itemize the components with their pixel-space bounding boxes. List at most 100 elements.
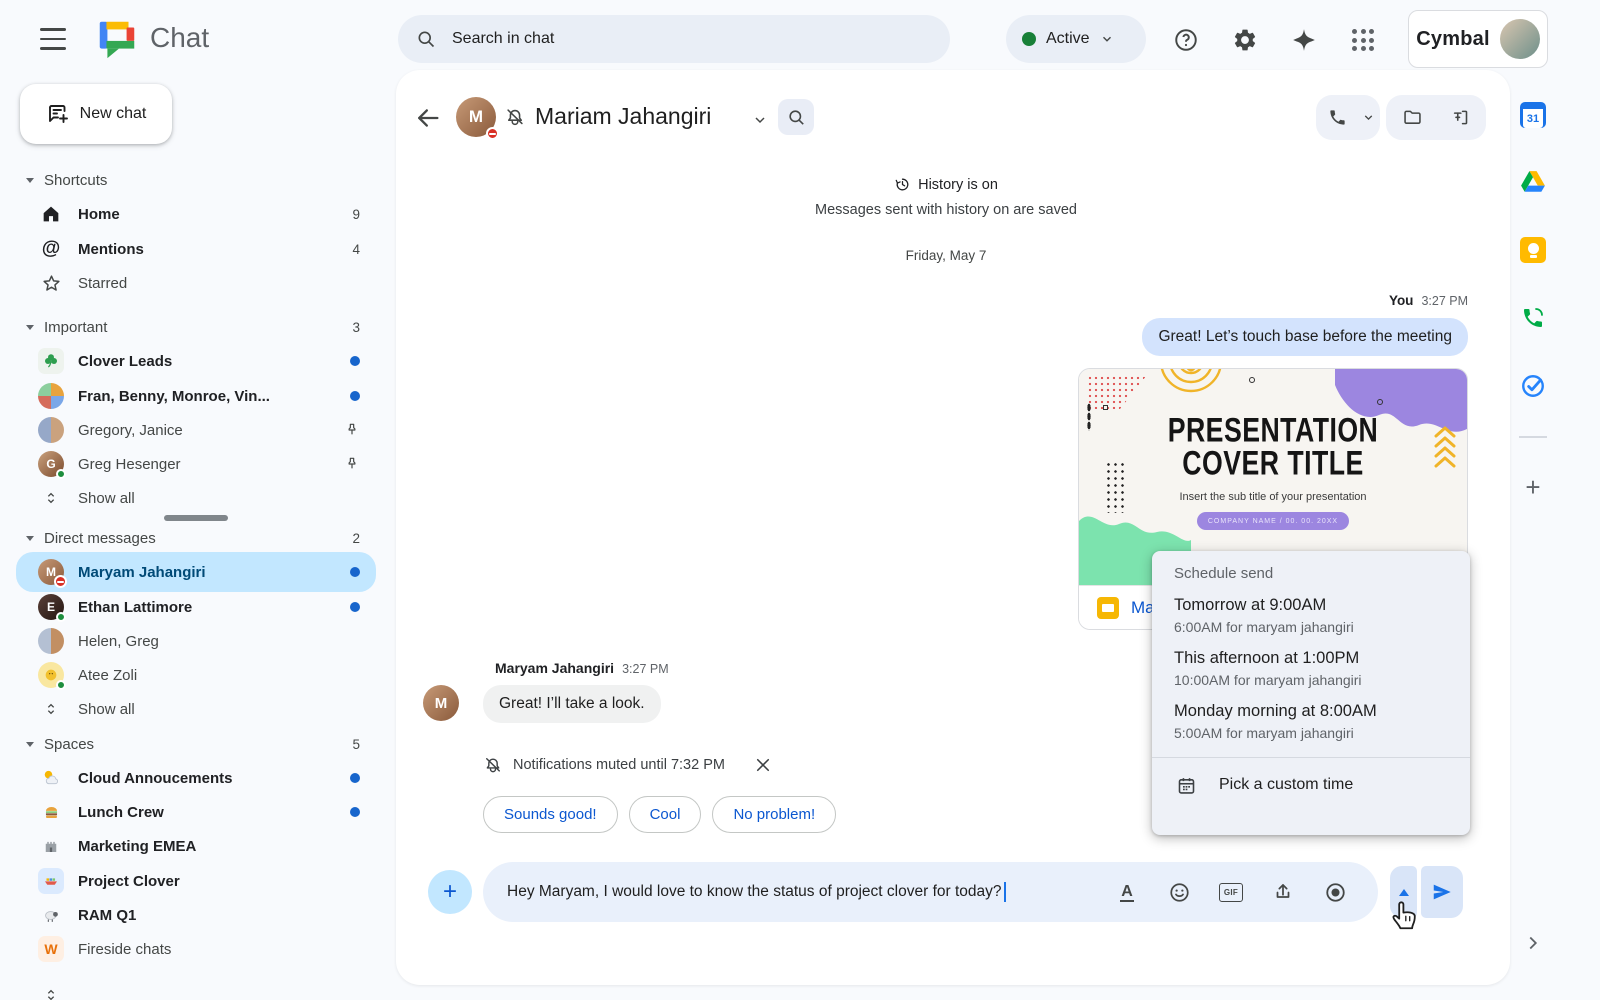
ship-icon [38, 868, 64, 894]
sun-cloud-icon [38, 765, 64, 791]
sidebar-item-starred[interactable]: Starred [16, 266, 376, 300]
voice-call-button[interactable] [1519, 304, 1547, 332]
smart-reply-chip[interactable]: Sounds good! [483, 796, 618, 833]
show-all-important[interactable]: Show all [16, 481, 376, 515]
gif-button[interactable]: GIF [1218, 879, 1244, 905]
active-status-dot [1022, 32, 1036, 46]
collapse-icon[interactable] [26, 325, 34, 330]
format-button[interactable]: A [1114, 879, 1140, 905]
sidebar-item-ram-q1[interactable]: RAM Q1 [16, 898, 376, 932]
message-input[interactable]: Hey Maryam, I would love to know the sta… [483, 862, 1378, 922]
emoji-button[interactable] [1166, 879, 1192, 905]
help-button[interactable] [1170, 24, 1202, 56]
sidebar-item-cloud-annoucements[interactable]: Cloud Annoucements [16, 761, 376, 795]
status-selector[interactable]: Active [1006, 15, 1146, 63]
tasks-app-button[interactable] [1519, 372, 1547, 400]
message-avatar: M [423, 685, 459, 721]
smart-reply-chip[interactable]: No problem! [712, 796, 836, 833]
sidebar-item-marketing-emea[interactable]: Marketing EMEA [16, 829, 376, 863]
app-title: Chat [150, 22, 209, 54]
sidebar-item-home[interactable]: Home 9 [16, 197, 376, 231]
section-header-direct-messages[interactable]: Direct messages 2 [16, 521, 376, 555]
collapse-rail-button[interactable] [1522, 932, 1546, 956]
section-header-spaces[interactable]: Spaces 5 [16, 727, 376, 761]
add-apps-button[interactable]: + [1519, 473, 1547, 501]
unread-dot [350, 567, 360, 577]
calendar-app-button[interactable]: 31 [1519, 101, 1547, 129]
sidebar-item-project-clover[interactable]: Project Clover [16, 864, 376, 898]
history-icon [894, 176, 911, 193]
at-icon: @ [38, 236, 64, 262]
sidebar-item-atee-zoli[interactable]: Atee Zoli [16, 658, 376, 692]
keep-icon [1520, 237, 1546, 263]
rail-divider [1519, 436, 1547, 438]
sidebar-item-gregory-janice[interactable]: Gregory, Janice [16, 413, 376, 447]
collapse-icon[interactable] [26, 178, 34, 183]
new-chat-button[interactable]: New chat [20, 84, 172, 144]
call-button[interactable] [1317, 95, 1357, 140]
sidebar-item-fran-group[interactable]: Fran, Benny, Monroe, Vin... [16, 379, 376, 413]
pinned-panel-button[interactable] [1439, 95, 1479, 140]
send-button[interactable] [1421, 866, 1463, 918]
outgoing-message-bubble[interactable]: Great! Let’s touch base before the meeti… [1142, 318, 1468, 356]
schedule-option-afternoon[interactable]: This afternoon at 1:00PM 10:00AM for mar… [1174, 649, 1470, 688]
chevron-down-icon[interactable] [752, 112, 768, 128]
gemini-button[interactable] [1288, 24, 1320, 56]
show-all-spaces[interactable] [16, 978, 376, 1000]
triangle-up-icon [1399, 889, 1409, 896]
pin-icon [344, 422, 360, 438]
search-input[interactable]: Search in chat [398, 15, 950, 63]
message-input-value: Hey Maryam, I would love to know the sta… [507, 883, 1002, 901]
burger-icon [38, 799, 64, 825]
sidebar-item-fireside-chats[interactable]: W Fireside chats [16, 932, 376, 966]
sidebar-item-lunch-crew[interactable]: Lunch Crew [16, 795, 376, 829]
text-caret [1004, 882, 1006, 902]
show-all-direct-messages[interactable]: Show all [16, 692, 376, 726]
drive-app-button[interactable] [1519, 168, 1547, 196]
files-button[interactable] [1393, 95, 1433, 140]
settings-button[interactable] [1229, 24, 1261, 56]
search-icon [787, 108, 806, 127]
expand-updown-icon [38, 982, 64, 1000]
schedule-option-monday[interactable]: Monday morning at 8:00AM 5:00AM for mary… [1174, 702, 1470, 741]
collapse-icon[interactable] [26, 536, 34, 541]
account-switcher[interactable]: Cymbal [1408, 10, 1548, 68]
main-menu-icon[interactable] [36, 26, 70, 52]
message-time: 3:27 PM [1421, 294, 1468, 308]
apps-grid-button[interactable] [1347, 24, 1379, 56]
keep-app-button[interactable] [1519, 236, 1547, 264]
search-in-conversation-button[interactable] [778, 99, 814, 135]
castle-icon [38, 833, 64, 859]
call-options-button[interactable] [1359, 95, 1379, 140]
sidebar-item-clover-leads[interactable]: Clover Leads [16, 344, 376, 378]
slide-company-badge: COMPANY NAME / 00. 00. 20XX [1197, 512, 1349, 530]
compose-add-button[interactable]: + [428, 870, 472, 914]
dismiss-muted-notice-button[interactable] [749, 751, 777, 779]
conversation-avatar[interactable]: M [456, 97, 496, 137]
record-video-button[interactable] [1322, 879, 1348, 905]
sidebar-item-ethan-lattimore[interactable]: E Ethan Lattimore [16, 590, 376, 624]
upload-button[interactable] [1270, 879, 1296, 905]
pick-custom-time-option[interactable]: Pick a custom time [1176, 758, 1470, 812]
unread-dot [350, 602, 360, 612]
duo-avatar [38, 417, 64, 443]
chevron-down-icon [1100, 32, 1114, 46]
back-arrow-icon [414, 104, 442, 132]
user-avatar[interactable] [1500, 19, 1540, 59]
sidebar-item-mentions[interactable]: @ Mentions 4 [16, 232, 376, 266]
schedule-send-toggle[interactable] [1390, 866, 1417, 918]
sender-name: You [1389, 293, 1414, 308]
sidebar-item-helen-greg[interactable]: Helen, Greg [16, 624, 376, 658]
sidebar-item-maryam-jahangiri[interactable]: M Maryam Jahangiri [16, 552, 376, 592]
schedule-option-tomorrow[interactable]: Tomorrow at 9:00AM 6:00AM for maryam jah… [1174, 596, 1470, 635]
section-header-important[interactable]: Important 3 [16, 310, 376, 344]
date-divider: Friday, May 7 [396, 248, 1496, 263]
back-button[interactable] [414, 104, 442, 132]
section-header-shortcuts[interactable]: Shortcuts [16, 163, 376, 197]
incoming-message-bubble[interactable]: Great! I’ll take a look. [483, 685, 661, 723]
smart-reply-chip[interactable]: Cool [629, 796, 702, 833]
conversation-title[interactable]: Mariam Jahangiri [535, 103, 711, 130]
sidebar-item-greg-hesenger[interactable]: G Greg Hesenger [16, 447, 376, 481]
collapse-icon[interactable] [26, 742, 34, 747]
decor-arcs [1151, 369, 1231, 411]
